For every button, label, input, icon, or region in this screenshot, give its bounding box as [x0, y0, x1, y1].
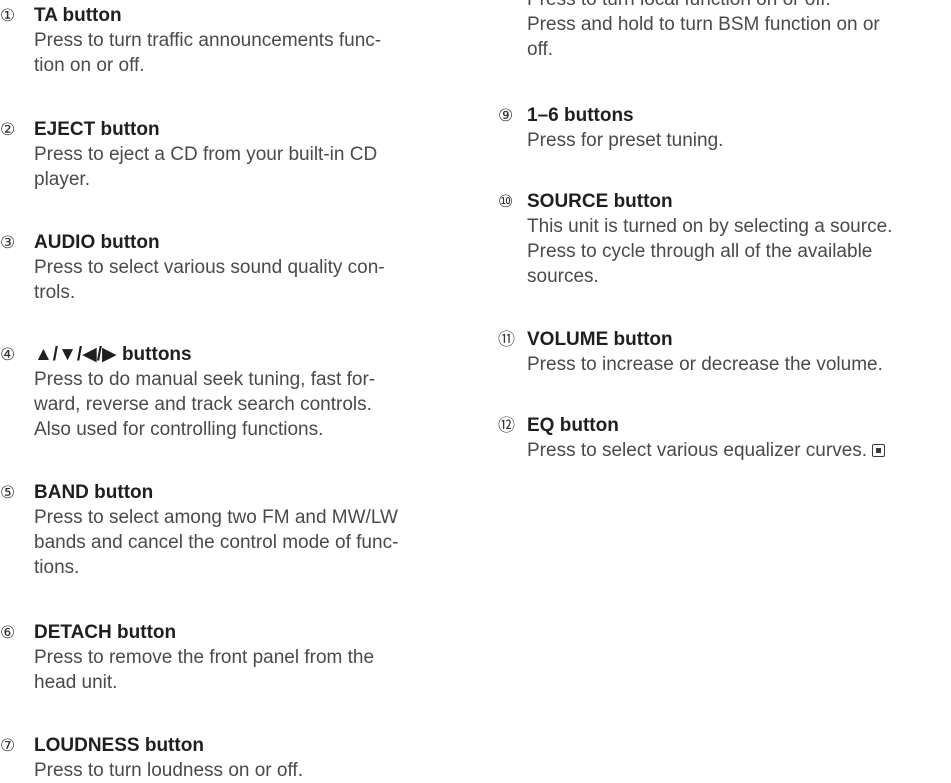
item-number: ⑥: [0, 623, 16, 642]
item-description: Press to eject a CD from your built-in C…: [34, 144, 378, 190]
item-title: ▲/▼/◀/▶ buttons: [34, 344, 192, 365]
item-description: Press to select among two FM and MW/LW b…: [34, 507, 399, 578]
item-number: ⑨: [498, 106, 514, 125]
item-title: TA button: [34, 5, 122, 26]
entry-band-button: ⑤ BAND button Press to select among two …: [0, 481, 450, 580]
item-title: SOURCE button: [527, 191, 673, 212]
item-description: Press to turn local function on or off. …: [527, 0, 880, 60]
item-description: Press to remove the front panel from the…: [34, 647, 375, 693]
entry-ta-button: ① TA button Press to turn traffic announ…: [0, 4, 450, 78]
item-description: Press to turn loudness on or off.: [34, 760, 303, 781]
item-description: Press to select various equalizer curves…: [527, 438, 951, 463]
item-number: ⑤: [0, 483, 16, 502]
entry-loudness-button: ⑦ LOUDNESS button Press to turn loudness…: [0, 734, 450, 783]
item-number: ⑦: [0, 736, 16, 755]
entry-continued-local-bsm: Press to turn local function on or off. …: [498, 0, 951, 62]
entry-volume-button: ⑪ VOLUME button Press to increase or dec…: [498, 328, 951, 377]
item-number: ①: [0, 6, 16, 25]
item-number: ⑪: [498, 330, 515, 349]
entry-preset-buttons: ⑨ 1–6 buttons Press for preset tuning.: [498, 104, 951, 153]
item-description: Press for preset tuning.: [527, 130, 724, 151]
item-description: Press to select various sound quality co…: [34, 257, 385, 303]
item-title: VOLUME button: [527, 329, 673, 350]
entry-source-button: ⑩ SOURCE button This unit is turned on b…: [498, 190, 951, 289]
item-description: Press to increase or decrease the volume…: [527, 354, 883, 375]
item-number: ④: [0, 345, 16, 364]
item-title: LOUDNESS button: [34, 735, 204, 756]
item-title: BAND button: [34, 482, 154, 503]
item-title: EQ button: [527, 415, 619, 436]
item-number: ③: [0, 233, 16, 252]
item-description: This unit is turned on by selecting a so…: [527, 216, 893, 287]
end-of-section-square-icon: [872, 444, 886, 457]
item-description: Press to do manual seek tuning, fast for…: [34, 369, 376, 440]
entry-detach-button: ⑥ DETACH button Press to remove the fron…: [0, 621, 450, 695]
item-title: 1–6 buttons: [527, 105, 634, 126]
item-title: DETACH button: [34, 622, 177, 643]
item-number: ②: [0, 120, 16, 139]
item-title: AUDIO button: [34, 232, 160, 253]
entry-audio-button: ③ AUDIO button Press to select various s…: [0, 231, 450, 305]
entry-eject-button: ② EJECT button Press to eject a CD from …: [0, 118, 450, 192]
item-description: Press to turn traffic announcements func…: [34, 30, 382, 76]
entry-arrow-buttons: ④ ▲/▼/◀/▶ buttons Press to do manual see…: [0, 343, 450, 442]
item-number: ⑩: [498, 192, 514, 211]
entry-eq-button: ⑫ EQ button Press to select various equa…: [498, 414, 951, 463]
item-number: ⑫: [498, 416, 515, 435]
item-title: EJECT button: [34, 119, 160, 140]
